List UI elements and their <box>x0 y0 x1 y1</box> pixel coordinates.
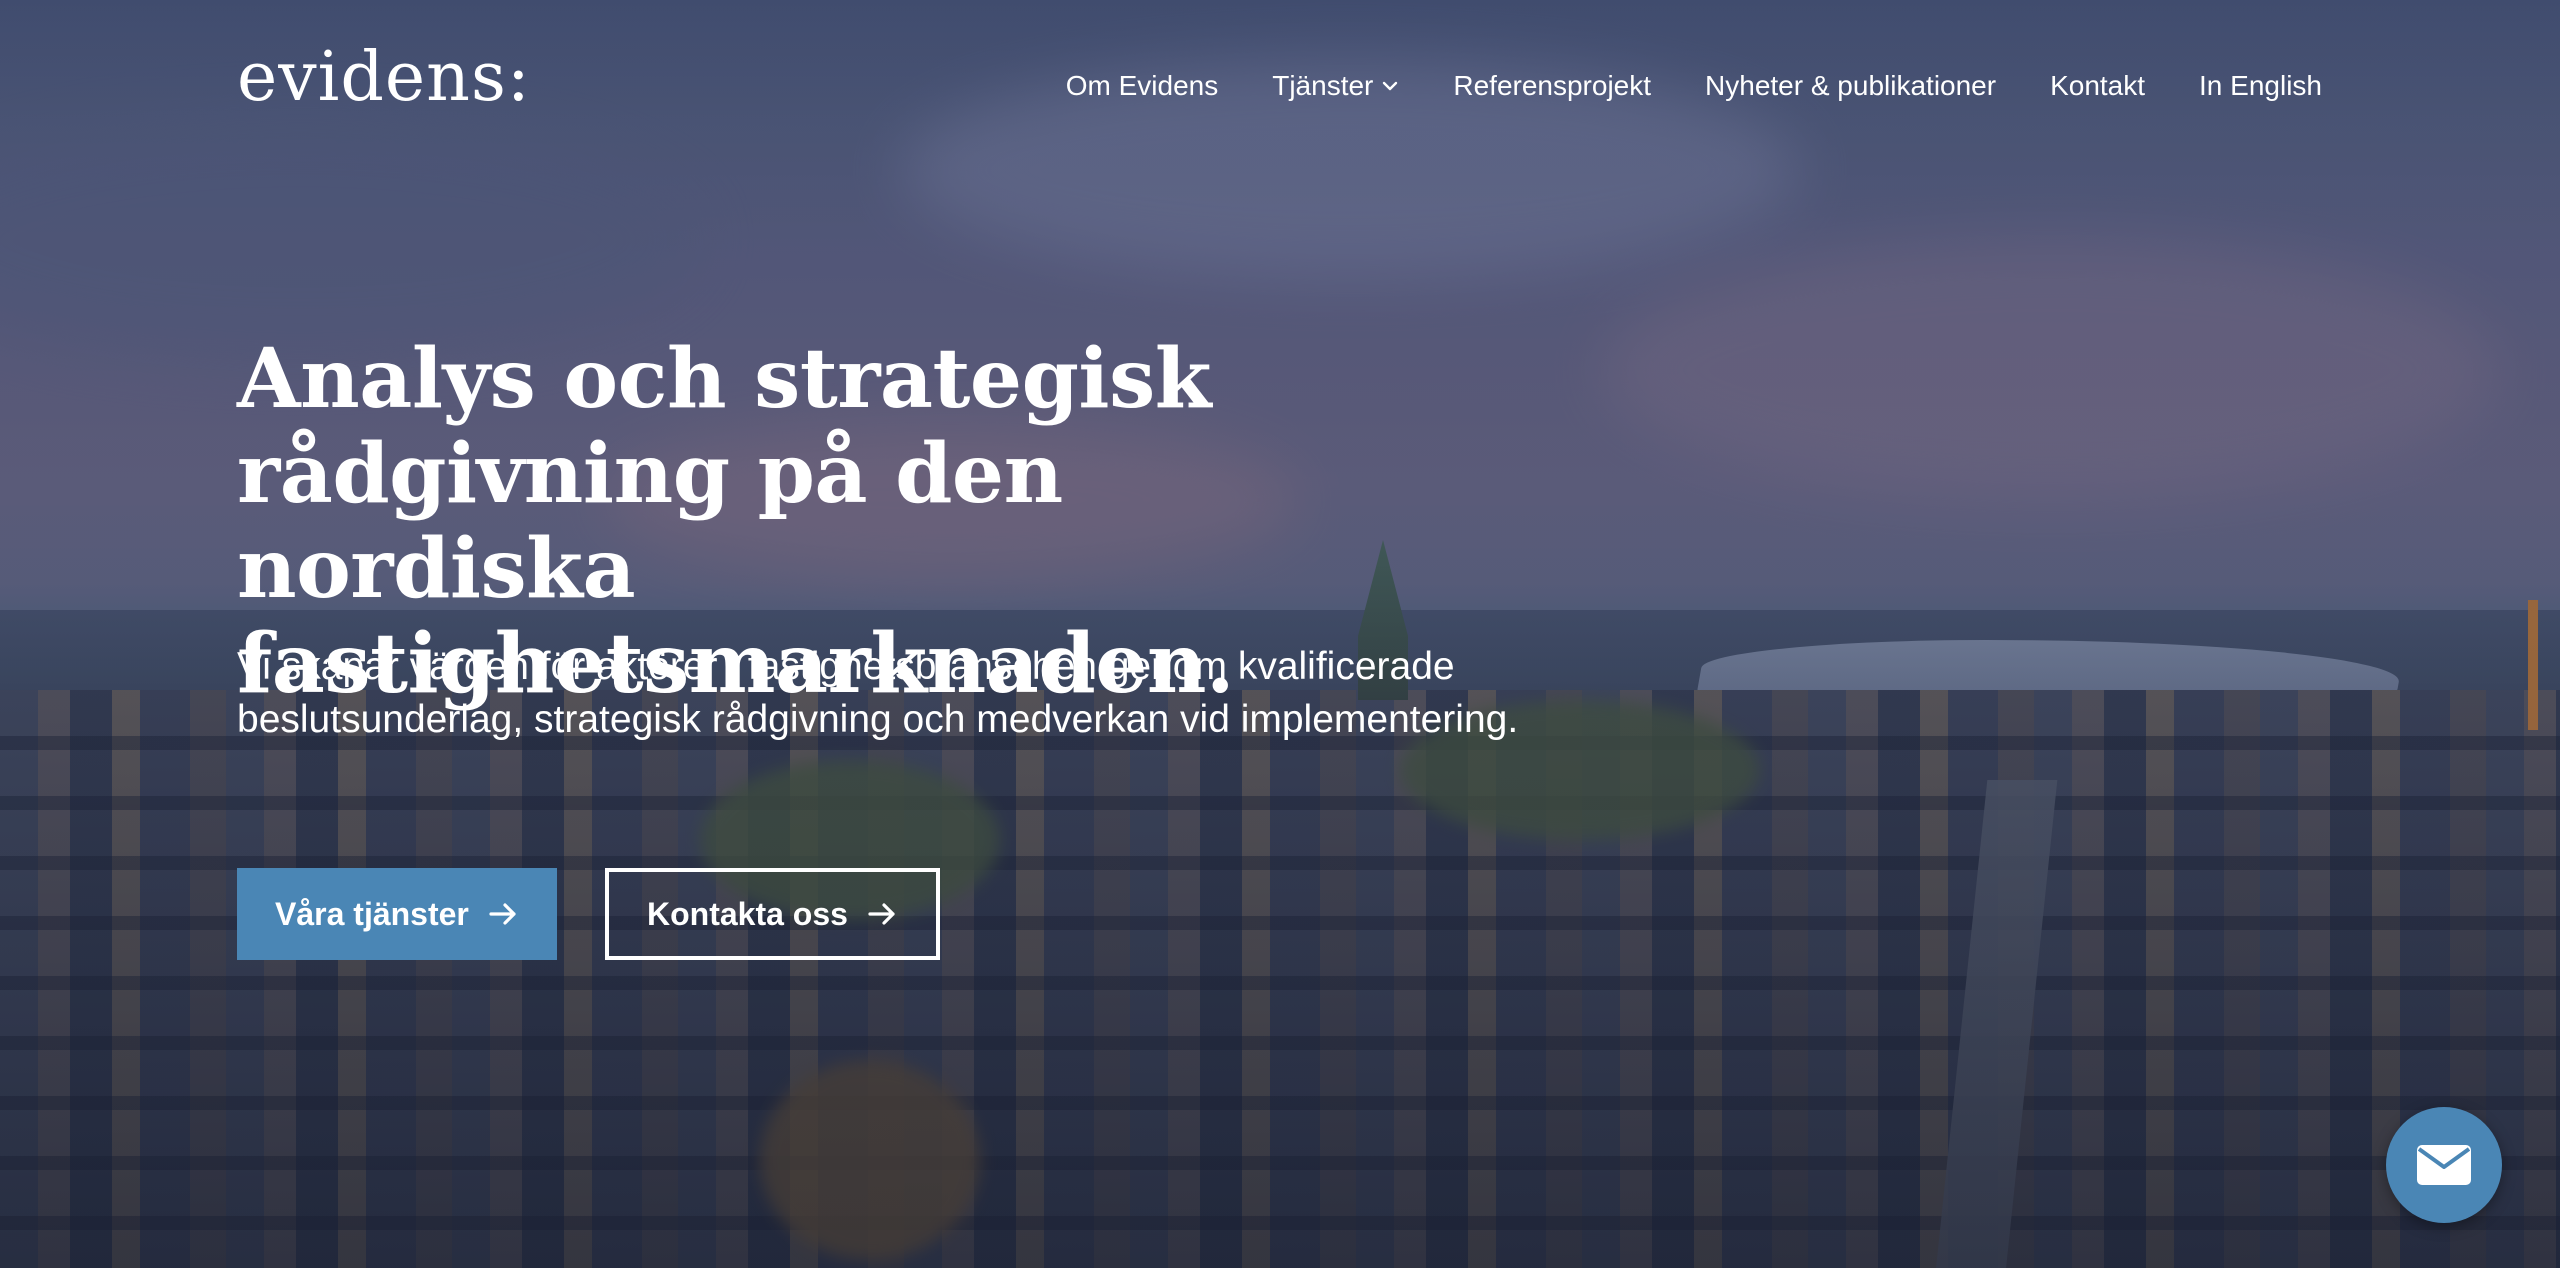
nav-label: Kontakt <box>2050 70 2146 101</box>
mail-button[interactable] <box>2386 1107 2502 1223</box>
nav-label: Om Evidens <box>1065 70 1219 101</box>
mail-icon <box>2417 1145 2471 1185</box>
chevron-down-icon <box>1383 81 1398 91</box>
contact-button-label: Kontakta oss <box>647 895 848 932</box>
nav-item-om-evidens[interactable]: Om Evidens <box>1066 70 1219 102</box>
nav-label: Nyheter & publikationer <box>1705 70 1997 101</box>
site-header: evidens: Om Evidens Tjänster Referenspro… <box>0 0 2560 180</box>
arrow-right-icon <box>868 903 895 925</box>
nav-label: Tjänster <box>1272 70 1374 101</box>
main-nav: Om Evidens Tjänster Referensprojekt Nyhe… <box>1066 70 2322 102</box>
nav-label: Referensprojekt <box>1453 70 1652 101</box>
arrow-right-icon <box>489 903 516 925</box>
nav-item-nyheter[interactable]: Nyheter & publikationer <box>1705 70 1996 102</box>
services-button[interactable]: Våra tjänster <box>237 868 557 960</box>
nav-item-kontakt[interactable]: Kontakt <box>2050 70 2145 102</box>
services-button-label: Våra tjänster <box>275 895 469 932</box>
logo[interactable]: evidens: <box>237 44 531 112</box>
nav-label: In English <box>2199 70 2322 101</box>
nav-item-tjanster[interactable]: Tjänster <box>1272 70 1399 102</box>
contact-button[interactable]: Kontakta oss <box>605 868 940 960</box>
nav-item-in-english[interactable]: In English <box>2199 70 2322 102</box>
hero-lead: Vi skapar värden för aktörer i fastighet… <box>237 645 1519 741</box>
nav-item-referensprojekt[interactable]: Referensprojekt <box>1453 70 1651 102</box>
